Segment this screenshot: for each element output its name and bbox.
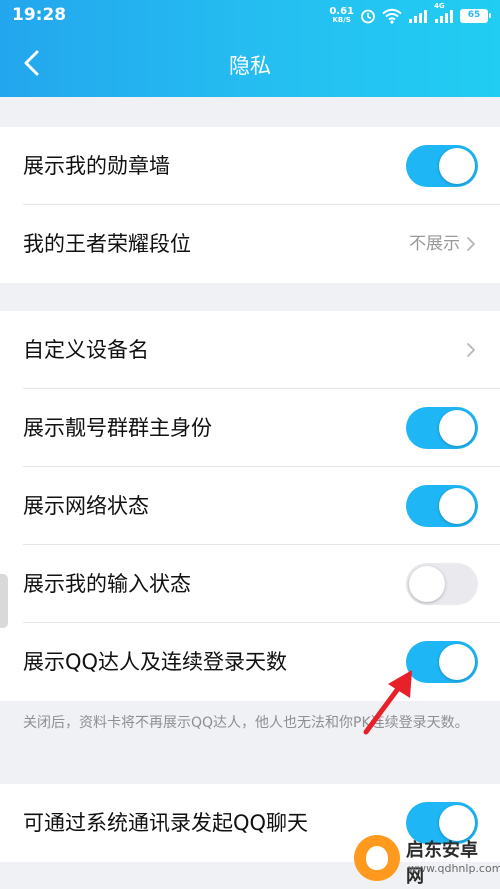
row-input-status: 展示我的输入状态 (0, 545, 500, 623)
toggle-knob (409, 566, 445, 602)
header-bar: 19:28 0.61 KB/S 4G 65 隐私 (0, 0, 500, 97)
toggle-medal-wall[interactable] (406, 145, 478, 187)
toggle-network-status[interactable] (406, 485, 478, 527)
settings-group-2: 自定义设备名 展示靓号群群主身份 展示网络状态 展示我的输入状态 展示QQ达人及… (0, 311, 500, 701)
row-label: 可通过系统通讯录发起QQ聊天 (23, 811, 309, 835)
row-label: 展示网络状态 (23, 494, 149, 518)
watermark-logo-icon (354, 835, 400, 881)
status-icons: 0.61 KB/S 4G 65 (329, 2, 491, 27)
toggle-knob (439, 148, 475, 184)
row-label: 展示我的输入状态 (23, 572, 191, 596)
toggle-knob (439, 488, 475, 524)
red-annotation-arrow-icon (363, 670, 412, 735)
navigation-bar: 隐私 (0, 30, 500, 97)
alarm-icon (361, 9, 375, 24)
chevron-right-icon (467, 343, 475, 357)
row-custom-device-name[interactable]: 自定义设备名 (0, 311, 500, 389)
toggle-pretty-number-group-owner[interactable] (406, 407, 478, 449)
row-label: 展示QQ达人及连续登录天数 (23, 650, 288, 674)
chevron-right-icon (467, 237, 475, 251)
row-honor-of-kings-rank[interactable]: 我的王者荣耀段位 不展示 (0, 205, 500, 283)
toggle-knob (439, 644, 475, 680)
side-edge-handle[interactable] (0, 574, 8, 628)
row-value: 不展示 (409, 234, 460, 254)
row-pretty-number-group-owner: 展示靓号群群主身份 (0, 389, 500, 467)
status-bar: 19:28 0.61 KB/S 4G 65 (0, 0, 500, 30)
row-label: 展示我的勋章墙 (23, 154, 170, 178)
row-qq-expert-login-days: 展示QQ达人及连续登录天数 (0, 623, 500, 701)
network-tag: 4G (434, 2, 445, 10)
row-network-status: 展示网络状态 (0, 467, 500, 545)
signal-4g: 4G (434, 2, 454, 24)
status-time: 19:28 (12, 5, 67, 25)
signal-bars-icon (409, 10, 427, 23)
wifi-icon (382, 8, 402, 24)
toggle-knob (439, 410, 475, 446)
watermark-url: www.qdhnlp.com (408, 862, 500, 875)
row-label: 展示靓号群群主身份 (23, 416, 212, 440)
battery-icon: 65 (460, 9, 491, 23)
page-title: 隐私 (229, 54, 271, 78)
net-speed: 0.61 KB/S (329, 7, 354, 25)
toggle-input-status[interactable] (406, 563, 478, 605)
row-medal-wall: 展示我的勋章墙 (0, 127, 500, 205)
settings-group-1: 展示我的勋章墙 我的王者荣耀段位 不展示 (0, 127, 500, 283)
net-speed-unit: KB/S (332, 16, 351, 24)
signal-bars-icon (435, 10, 453, 23)
row-label: 我的王者荣耀段位 (23, 232, 191, 256)
watermark: 启东安卓网 www.qdhnlp.com (354, 831, 500, 887)
row-label: 自定义设备名 (23, 338, 149, 362)
net-speed-value: 0.61 (329, 6, 354, 17)
